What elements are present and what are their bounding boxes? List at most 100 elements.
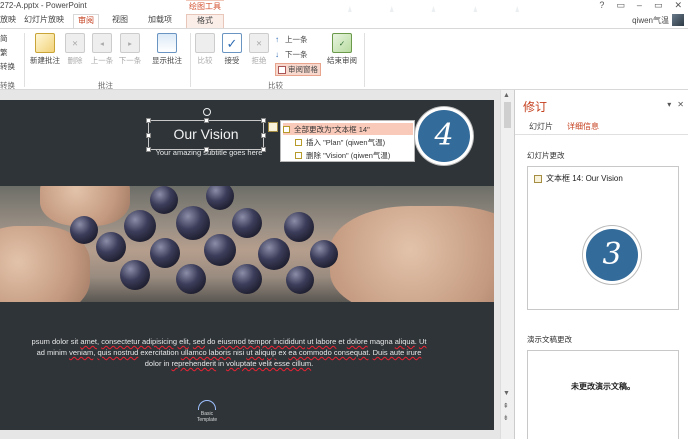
next-slide-icon[interactable]: ⇟: [503, 414, 509, 422]
compare-icon: [195, 33, 215, 53]
review-pane-icon: [278, 65, 286, 74]
tab-format[interactable]: 格式: [186, 14, 224, 28]
change-item-all[interactable]: 全部更改为"文本框 14": [283, 123, 413, 135]
compare-button[interactable]: 比较: [194, 33, 216, 66]
tab-addins[interactable]: 加载项: [144, 14, 176, 28]
callout-badge-4: 4: [418, 110, 470, 162]
grape: [150, 238, 180, 268]
pane-controls: ▾ ✕: [667, 100, 684, 109]
changes-popup: 全部更改为"文本框 14" 插入 "Plan" (qiwen气温) 删除 "Vi…: [280, 120, 415, 162]
group-separator: [190, 33, 191, 87]
change-item-delete[interactable]: 删除 "Vision" (qiwen气温): [295, 149, 425, 161]
body-line: ad minim veniam, quis nostrud exercitati…: [0, 347, 464, 358]
spelling-error-text: reprehenderit: [171, 359, 217, 368]
accept-button[interactable]: ✓ 接受: [220, 33, 244, 66]
slide-subtitle[interactable]: Your amazing subtitle goes here: [142, 148, 276, 157]
new-comment-button[interactable]: 新建批注: [28, 33, 62, 66]
scroll-down-icon[interactable]: ▼: [503, 390, 510, 397]
show-comments-button[interactable]: 显示批注: [148, 33, 186, 66]
next-change-button[interactable]: ↓ 下一条: [275, 49, 308, 60]
tab-slideshow-partial[interactable]: 片放映: [0, 14, 20, 28]
body-line: dolor in reprehenderit in voluptate veli…: [0, 358, 464, 369]
grape: [284, 212, 314, 242]
tab-view[interactable]: 视图: [108, 14, 132, 28]
pane-divider: [515, 134, 688, 135]
group-separator: [24, 33, 25, 87]
review-pane-button[interactable]: 审阅窗格: [275, 63, 321, 76]
spelling-error-text: ea commodo consequat: [288, 348, 369, 357]
previous-icon: ◂: [92, 33, 112, 53]
avatar[interactable]: [672, 14, 684, 26]
checkbox-icon[interactable]: [295, 151, 302, 159]
body-text-segment: nisi: [230, 348, 247, 357]
spelling-error-text: sed: [192, 337, 205, 346]
change-item-insert[interactable]: 插入 "Plan" (qiwen气温): [295, 136, 425, 148]
user-name: qiwen气温: [632, 15, 669, 25]
slide-body-text[interactable]: psum dolor sit amet, consectetur adipisi…: [0, 336, 464, 369]
tab-slideshow[interactable]: 幻灯片放映: [20, 14, 68, 28]
previous-change-button[interactable]: ↑ 上一条: [275, 34, 308, 45]
resize-handle[interactable]: [204, 118, 209, 123]
logo-text: Basic Template: [196, 411, 218, 423]
previous-comment-button[interactable]: ◂ 上一条: [89, 33, 115, 66]
previous-slide-icon[interactable]: ⇞: [503, 402, 509, 410]
spelling-error-text: ullamco laboris: [180, 348, 231, 357]
delete-comment-button[interactable]: ✕ 删除: [64, 33, 86, 66]
slide-change-item[interactable]: 文本框 14: Our Vision: [534, 173, 623, 184]
presentation-changes-label: 演示文稿更改: [527, 335, 572, 344]
ribbon-tabs: 片放映 幻灯片放映 审阅 视图 加载项 格式 qiwen气温: [0, 12, 688, 28]
vertical-scrollbar[interactable]: ▲ ▼ ⇞ ⇟: [500, 90, 514, 439]
grape: [206, 186, 234, 210]
grape: [232, 208, 262, 238]
tab-review[interactable]: 审阅: [73, 14, 99, 28]
resize-handle[interactable]: [261, 118, 266, 123]
reject-button[interactable]: ✕ 拒绝: [247, 33, 271, 66]
grape: [120, 260, 150, 290]
spelling-error-text: amet: [80, 337, 98, 346]
scroll-up-icon[interactable]: ▲: [503, 92, 510, 99]
simplified-button[interactable]: 简: [0, 33, 8, 44]
pane-close-icon[interactable]: ✕: [677, 100, 684, 109]
grape: [204, 234, 236, 266]
body-text-segment: ad minim: [36, 348, 70, 357]
checkbox-icon[interactable]: [295, 138, 302, 146]
slide-logo: Basic Template: [192, 400, 222, 423]
spelling-error-text: aliqua: [394, 337, 415, 346]
rotate-handle[interactable]: [203, 108, 211, 116]
end-review-icon: ✓: [332, 33, 352, 53]
close-icon[interactable]: ✕: [674, 0, 682, 11]
window-controls: ? ▭ – ▭ ✕: [599, 0, 682, 11]
accept-icon: ✓: [222, 33, 242, 53]
checkbox-icon[interactable]: [283, 125, 290, 133]
grape: [150, 186, 178, 214]
next-icon: ▸: [120, 33, 140, 53]
convert-button[interactable]: 转换: [0, 61, 15, 72]
powerpoint-window: 272-A.pptx - PowerPoint 绘图工具 ★ ★ ★ ★ ★ ?…: [0, 0, 688, 439]
reject-icon: ✕: [249, 33, 269, 53]
user-account[interactable]: qiwen气温: [632, 14, 684, 26]
spelling-error-text: ut aliquip: [246, 348, 277, 357]
help-icon[interactable]: ?: [599, 0, 604, 11]
slide-title[interactable]: Our Vision: [148, 126, 264, 142]
ribbon-display-icon[interactable]: ▭: [616, 0, 625, 11]
tab-details[interactable]: 详细信息: [567, 121, 599, 132]
grape: [258, 238, 290, 270]
tab-slides[interactable]: 幻灯片: [529, 121, 553, 132]
new-comment-icon: [35, 33, 55, 53]
body-text-segment: ex: [276, 348, 289, 357]
body-text-segment: psum dolor sit: [31, 337, 81, 346]
body-text-segment: dolor in: [144, 359, 172, 368]
restore-icon[interactable]: ▭: [654, 0, 663, 11]
spelling-error-text: ut labore: [307, 337, 337, 346]
logo-icon: [198, 400, 216, 410]
pane-options-icon[interactable]: ▾: [667, 100, 671, 109]
scroll-thumb[interactable]: [504, 102, 511, 128]
minimize-icon[interactable]: –: [637, 0, 642, 11]
body-text-segment: magna: [367, 337, 395, 346]
traditional-button[interactable]: 繁: [0, 47, 8, 58]
resize-handle[interactable]: [146, 118, 151, 123]
next-comment-button[interactable]: ▸ 下一条: [117, 33, 143, 66]
drawing-tools-header: 绘图工具: [186, 0, 224, 11]
revision-marker-icon[interactable]: [268, 122, 278, 132]
end-review-button[interactable]: ✓ 结束审阅: [325, 33, 359, 66]
